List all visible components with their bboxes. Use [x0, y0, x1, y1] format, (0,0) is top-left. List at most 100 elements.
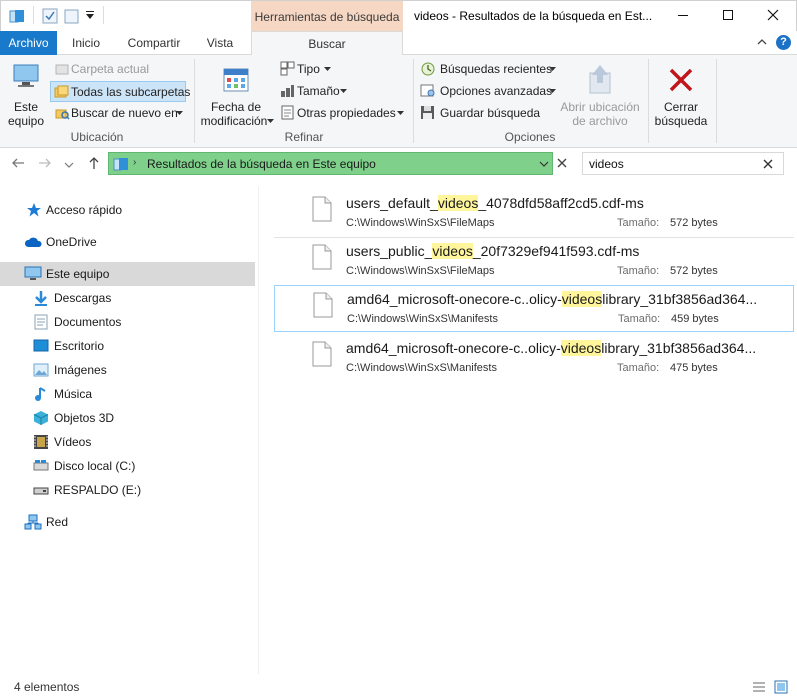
chevron-down-icon [549, 67, 556, 71]
result-name-match: videos [561, 291, 603, 307]
sidebar-item-este-equipo[interactable]: Este equipo [0, 262, 255, 286]
video-icon [34, 435, 48, 449]
address-bar[interactable]: › Resultados de la búsqueda en Este equi… [108, 152, 553, 175]
divider [194, 59, 195, 143]
abrir-ubicacion-label-1: Abrir ubicación [560, 100, 640, 114]
group-label-refinar: Refinar [284, 130, 324, 144]
result-name: users_default_videos_4078dfd58aff2cd5.cd… [346, 195, 644, 211]
result-item[interactable]: amd64_microsoft-onecore-c..olicy-videosl… [274, 335, 794, 381]
calendar-icon [223, 68, 249, 92]
documents-icon [34, 314, 48, 330]
cerrar-busqueda-button[interactable]: Cerrar búsqueda [648, 59, 714, 128]
carpeta-actual-button[interactable]: Carpeta actual [52, 60, 186, 79]
tab-compartir[interactable]: Compartir [122, 31, 186, 55]
result-path: C:\Windows\WinSxS\FileMaps [346, 265, 495, 277]
details-view-button[interactable] [752, 681, 766, 696]
clear-search-icon[interactable] [763, 159, 773, 169]
este-equipo-label-1: Este [13, 100, 38, 114]
status-item-count: 4 elementos [14, 680, 80, 694]
close-search-icon [669, 68, 693, 92]
buscar-de-nuevo-dropdown[interactable]: Buscar de nuevo en [52, 104, 186, 123]
result-item[interactable]: amd64_microsoft-onecore-c..olicy-videosl… [274, 285, 794, 332]
group-label-opciones: Opciones [504, 130, 556, 144]
tab-inicio[interactable]: Inicio [64, 31, 108, 55]
back-button[interactable] [10, 155, 28, 174]
cerrar-label-2: búsqueda [654, 114, 708, 128]
sidebar-item-escritorio[interactable]: Escritorio [0, 334, 255, 358]
clear-address-button[interactable] [555, 155, 569, 174]
file-icon [313, 292, 333, 318]
maximize-button[interactable] [705, 0, 750, 30]
help-icon[interactable]: ? [776, 35, 791, 50]
details-view-icon [753, 682, 765, 692]
opciones-avanzadas-dropdown[interactable]: Opciones avanzadas [418, 82, 558, 101]
star-icon [27, 203, 41, 217]
computer-icon [13, 64, 39, 87]
recent-locations-button[interactable] [64, 158, 74, 172]
dropdown-icon[interactable] [85, 9, 95, 23]
folder-icon[interactable] [9, 8, 25, 24]
large-icons-view-button[interactable] [774, 680, 788, 697]
result-name: users_public_videos_20f7329ef941f593.cdf… [346, 243, 639, 259]
result-size: 459 bytes [671, 313, 719, 325]
sidebar-item-label: Imágenes [54, 363, 107, 377]
collapse-ribbon-icon[interactable] [756, 36, 768, 51]
pictures-icon [33, 363, 49, 377]
abrir-ubicacion-button[interactable]: Abrir ubicación de archivo [558, 59, 642, 128]
result-name-suffix: _4078dfd58aff2cd5.cdf-ms [478, 195, 644, 211]
sidebar-item-musica[interactable]: Música [0, 382, 255, 406]
sidebar-item-label: Escritorio [54, 339, 105, 353]
sidebar-item-descargas[interactable]: Descargas [0, 286, 255, 310]
result-size-label: Tamaño: [617, 265, 660, 277]
sidebar-item-red[interactable]: Red [0, 510, 255, 534]
chevron-down-icon [549, 89, 556, 93]
otras-propiedades-dropdown[interactable]: Otras propiedades [278, 104, 408, 123]
minimize-button[interactable] [660, 0, 705, 30]
sidebar-item-disco-local[interactable]: Disco local (C:) [0, 454, 255, 478]
result-item[interactable]: users_default_videos_4078dfd58aff2cd5.cd… [274, 190, 794, 236]
tab-archivo[interactable]: Archivo [0, 31, 57, 55]
tamano-dropdown[interactable]: Tamaño [278, 82, 350, 101]
busquedas-recientes-label: Búsquedas recientes [440, 62, 553, 76]
tab-buscar[interactable]: Buscar [251, 31, 403, 56]
new-folder-icon[interactable] [64, 8, 80, 24]
sidebar-item-respaldo[interactable]: RESPALDO (E:) [0, 478, 255, 502]
result-name-suffix: library_31bf3856ad364... [602, 291, 758, 307]
size-icon [281, 85, 294, 97]
large-icons-view-icon [774, 680, 788, 694]
sidebar-item-label: Música [54, 387, 93, 401]
breadcrumb-chevron-icon[interactable]: › [133, 157, 136, 168]
guardar-busqueda-button[interactable]: Guardar búsqueda [418, 104, 540, 123]
result-item[interactable]: users_public_videos_20f7329ef941f593.cdf… [274, 238, 794, 284]
result-name: amd64_microsoft-onecore-c..olicy-videosl… [346, 340, 756, 356]
address-path: Resultados de la búsqueda en Este equipo [147, 157, 376, 171]
close-button[interactable] [750, 0, 795, 30]
este-equipo-button[interactable]: Este equipo [4, 59, 48, 128]
back-arrow-icon [12, 158, 24, 168]
chevron-down-icon [64, 162, 74, 168]
fecha-modificacion-dropdown[interactable]: Fecha de modificación [198, 59, 274, 128]
result-size-label: Tamaño: [618, 313, 661, 325]
sidebar-item-label: Red [46, 515, 69, 529]
chevron-down-icon[interactable] [539, 160, 549, 168]
forward-button[interactable] [36, 155, 54, 174]
window-title: videos - Resultados de la búsqueda en Es… [414, 9, 653, 23]
properties-icon[interactable] [42, 8, 58, 24]
busquedas-recientes-dropdown[interactable]: Búsquedas recientes [418, 60, 558, 79]
tamano-label: Tamaño [297, 84, 340, 98]
result-size-label: Tamaño: [617, 362, 660, 374]
sidebar-item-videos[interactable]: Vídeos [0, 430, 255, 454]
tipo-label: Tipo [297, 62, 320, 76]
tipo-dropdown[interactable]: Tipo [278, 60, 338, 79]
up-button[interactable] [86, 155, 102, 174]
sidebar-item-documentos[interactable]: Documentos [0, 310, 255, 334]
sidebar-item-objetos-3d[interactable]: Objetos 3D [0, 406, 255, 430]
sidebar-item-imagenes[interactable]: Imágenes [0, 358, 255, 382]
sidebar-item-onedrive[interactable]: OneDrive [0, 230, 255, 254]
divider [716, 59, 717, 143]
search-input[interactable]: videos [582, 152, 784, 175]
todas-subcarpetas-button[interactable]: Todas las subcarpetas [50, 81, 190, 102]
todas-subcarpetas-label: Todas las subcarpetas [71, 85, 191, 99]
tab-vista[interactable]: Vista [200, 31, 240, 55]
sidebar-item-acceso-rapido[interactable]: Acceso rápido [0, 198, 255, 222]
